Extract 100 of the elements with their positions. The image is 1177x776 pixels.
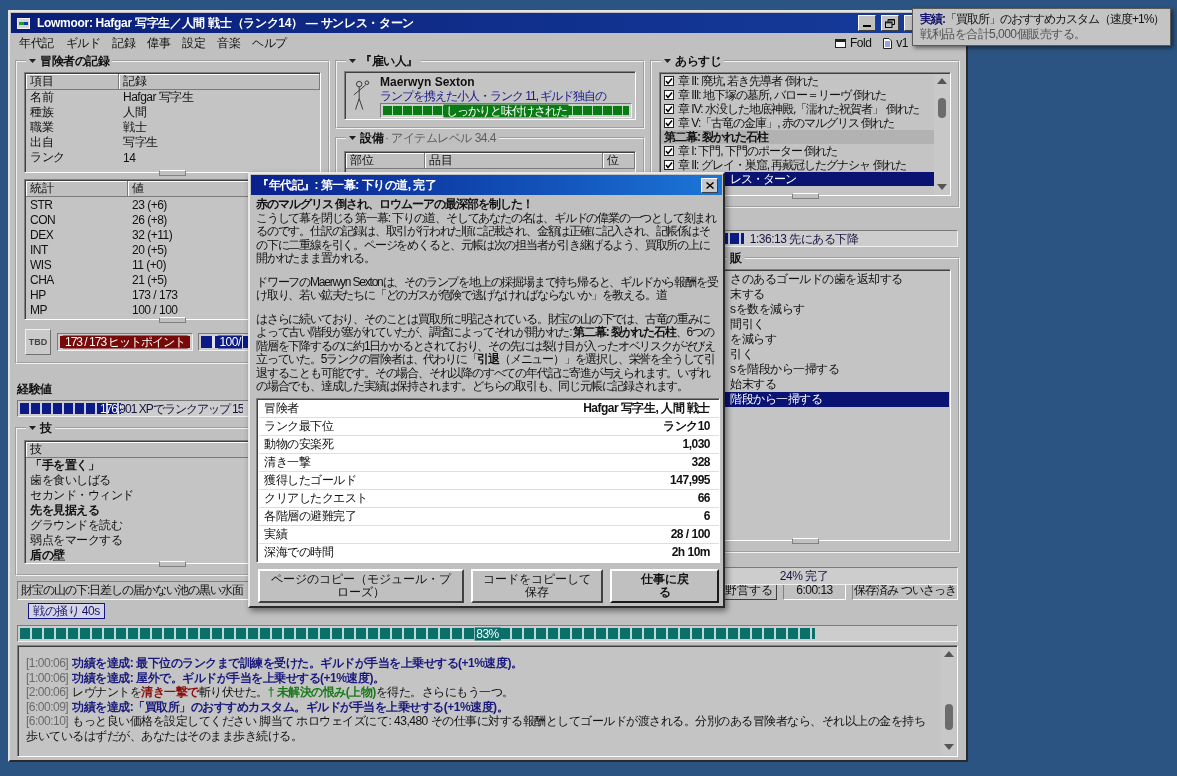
splitter-handle[interactable] [159,170,186,176]
table-cell: 深海での時間 [264,543,333,561]
table-cell: 6 [703,509,710,523]
checkbox[interactable] [664,146,674,156]
table-cell: 2h 10m [671,545,710,559]
checkbox[interactable] [664,104,674,114]
table-cell-text: 21 (+5) [131,272,167,287]
section-toggle[interactable]: 設備 · アイテムレベル 34.4 [346,131,500,145]
table-cell-text: 100 / 100 [131,302,178,317]
close-icon[interactable] [705,181,714,189]
column-header[interactable]: 統計 [26,181,128,197]
table-cell-text: 人間 [122,104,146,121]
menu-item[interactable]: 音楽 [211,34,246,52]
table-cell: 1,030 [682,437,710,451]
buff-badge: 戦の掻り 40s [28,603,105,619]
table-cell-text: INT [29,242,49,257]
chapter-item[interactable]: 章 I: 下門, 下門のポーター 倒れた [661,144,934,158]
menu-item[interactable]: 設定 [176,34,211,52]
menu-item[interactable]: ギルド [59,34,106,52]
restore-button[interactable] [881,15,899,31]
checkbox[interactable] [664,160,674,170]
table-cell: 328 [691,455,710,469]
column-header[interactable]: 位 [603,153,635,169]
section-toggle[interactable]: 冒険者の記録 [26,54,112,68]
scrollbar[interactable] [941,647,956,755]
dialog-button[interactable]: 仕事に戻る [610,568,719,603]
table-cell: ランク最下位 [264,417,333,435]
version-button[interactable]: v1 [883,36,908,50]
section-toggle[interactable]: 『雇い人』 [346,54,421,68]
table-cell-text: 戦士 [122,119,146,136]
minimize-button[interactable] [858,15,876,31]
table-cell: 獲得したゴールド [264,471,356,489]
table-cell: クリアしたクエスト [264,489,368,507]
caret-icon[interactable] [349,136,356,140]
up-arrow-icon[interactable] [936,78,947,84]
chapter-item[interactable]: 章 II: グレイ・巣窟, 再戴冠したグナシャ 倒れた [661,158,934,172]
document-icon[interactable] [883,37,893,49]
tooltip-title: 実績:「買取所」のおすすめカスタム（速度+1%） [920,12,1165,27]
checkbox[interactable] [664,76,674,86]
dialog-paragraph: こうして幕を閉じる 第一幕: 下りの道、そしてあなたの名は、ギルドの偉業の一つとして刻まれるのです。仕訳の記録は、取引が行われた順に記載され、金額は正確に記入され、記帳係はその下に二重線を引く。ページをめくると、元帳は次の担当者が引き継げるよう、買取所の上に開かれたまま置かれる。 [256,211,718,266]
menu-item[interactable]: ヘルプ [246,34,293,52]
down-arrow-icon[interactable] [943,744,954,750]
descent-bar-label: 1:36:13 先にある下降 [749,232,859,245]
tooltip-detail: 戦利品を合計5,000個販売する。 [920,27,1086,42]
table-cell: 66 [697,491,710,505]
restore-icon[interactable] [885,18,895,28]
caret-icon[interactable] [664,59,671,63]
portrait-button[interactable]: TBD [25,329,51,355]
scrollbar-thumb[interactable] [944,704,953,730]
table-cell-text: 種族 [29,104,55,121]
act-heading[interactable]: 第二幕: 裂かれた石柱 [661,130,934,144]
table-cell: 冒険者 [264,399,299,417]
chapter-item[interactable]: 章 III: 地下塚の墓所, バロー＝リーヴ 倒れた [661,88,934,102]
column-header[interactable]: 項目 [26,74,119,90]
dialog-button[interactable]: コードをコピーして保存 [471,568,603,603]
table-cell-text: 173 / 173 [131,287,178,302]
splitter-handle[interactable] [159,561,186,567]
table-cell-text: 26 (+8) [131,212,167,227]
table-cell: 各階層の避難完了 [264,507,356,525]
splitter-handle[interactable] [159,317,186,323]
splitter-handle[interactable] [791,538,819,544]
table-cell-text: 写字生 [122,134,158,151]
scrollbar-thumb[interactable] [937,98,946,118]
scrollbar[interactable] [934,74,949,195]
mp-bar-label: 100/ [218,335,242,349]
table-cell-text: 20 (+5) [131,242,167,257]
down-arrow-icon[interactable] [936,184,947,190]
close-button[interactable] [701,177,718,193]
chapter-item[interactable]: 章 II: 廃坑, 若き先導者 倒れた [661,74,934,88]
stick-figure-icon [351,78,371,112]
menu-item[interactable]: 偉事 [141,34,176,52]
menu-item[interactable]: 年代記 [13,34,60,52]
section-toggle[interactable]: 技 [26,421,55,435]
chapter-item[interactable]: 章 V:「古竜の金庫」, 赤のマルグリス 倒れた [661,116,934,130]
dialog-button[interactable]: ページのコピー（モジュール・プローズ） [258,568,464,603]
section-toggle[interactable]: 販 [727,251,745,265]
caret-icon[interactable] [29,426,36,430]
column-header[interactable]: 部位 [346,153,425,169]
menu-item[interactable]: 記録 [106,34,141,52]
checkbox[interactable] [664,90,674,100]
splitter-handle[interactable] [791,193,819,199]
up-arrow-icon[interactable] [943,651,954,657]
table-cell-text: 14 [122,150,136,165]
table-cell: 147,995 [670,473,710,487]
checkbox[interactable] [664,118,674,128]
caret-icon[interactable] [29,59,36,63]
chapter-item[interactable]: 章 IV: 水没した地底神殿,「濡れた祝賀者」 倒れた [661,102,934,116]
log-entry: [1:00:06] 功績を達成: 屋外で。ギルドが手当を上乗せする(+1%速度)。 [26,670,386,685]
experience-label: 経験値 [17,382,52,396]
window-icon[interactable] [834,38,846,48]
column-header[interactable]: 品目 [425,153,603,169]
table-cell-text: CON [29,212,57,227]
column-header[interactable]: 記録 [119,74,320,90]
table-cell-text: 名前 [29,89,55,106]
caret-icon[interactable] [349,59,356,63]
section-toggle[interactable]: あらすじ [661,54,724,68]
log-entry: [1:00:06] 功績を達成: 最下位のランクまで訓練を受けた。ギルドが手当を上乗せする(+1%速度)。 [26,656,524,671]
quest-progress-label: 24% 完了 [779,569,829,583]
dialog-paragraph: ドワーフのMaerwyn Sextonは、そのランプを地上の採掘場まで持ち帰ると、ギルドから報酬を受け取り、若い鉱夫たちに「どのガスが危険で逃げなければならないか」を教える。道 [256,275,719,303]
fold-button[interactable]: Fold [834,36,872,50]
